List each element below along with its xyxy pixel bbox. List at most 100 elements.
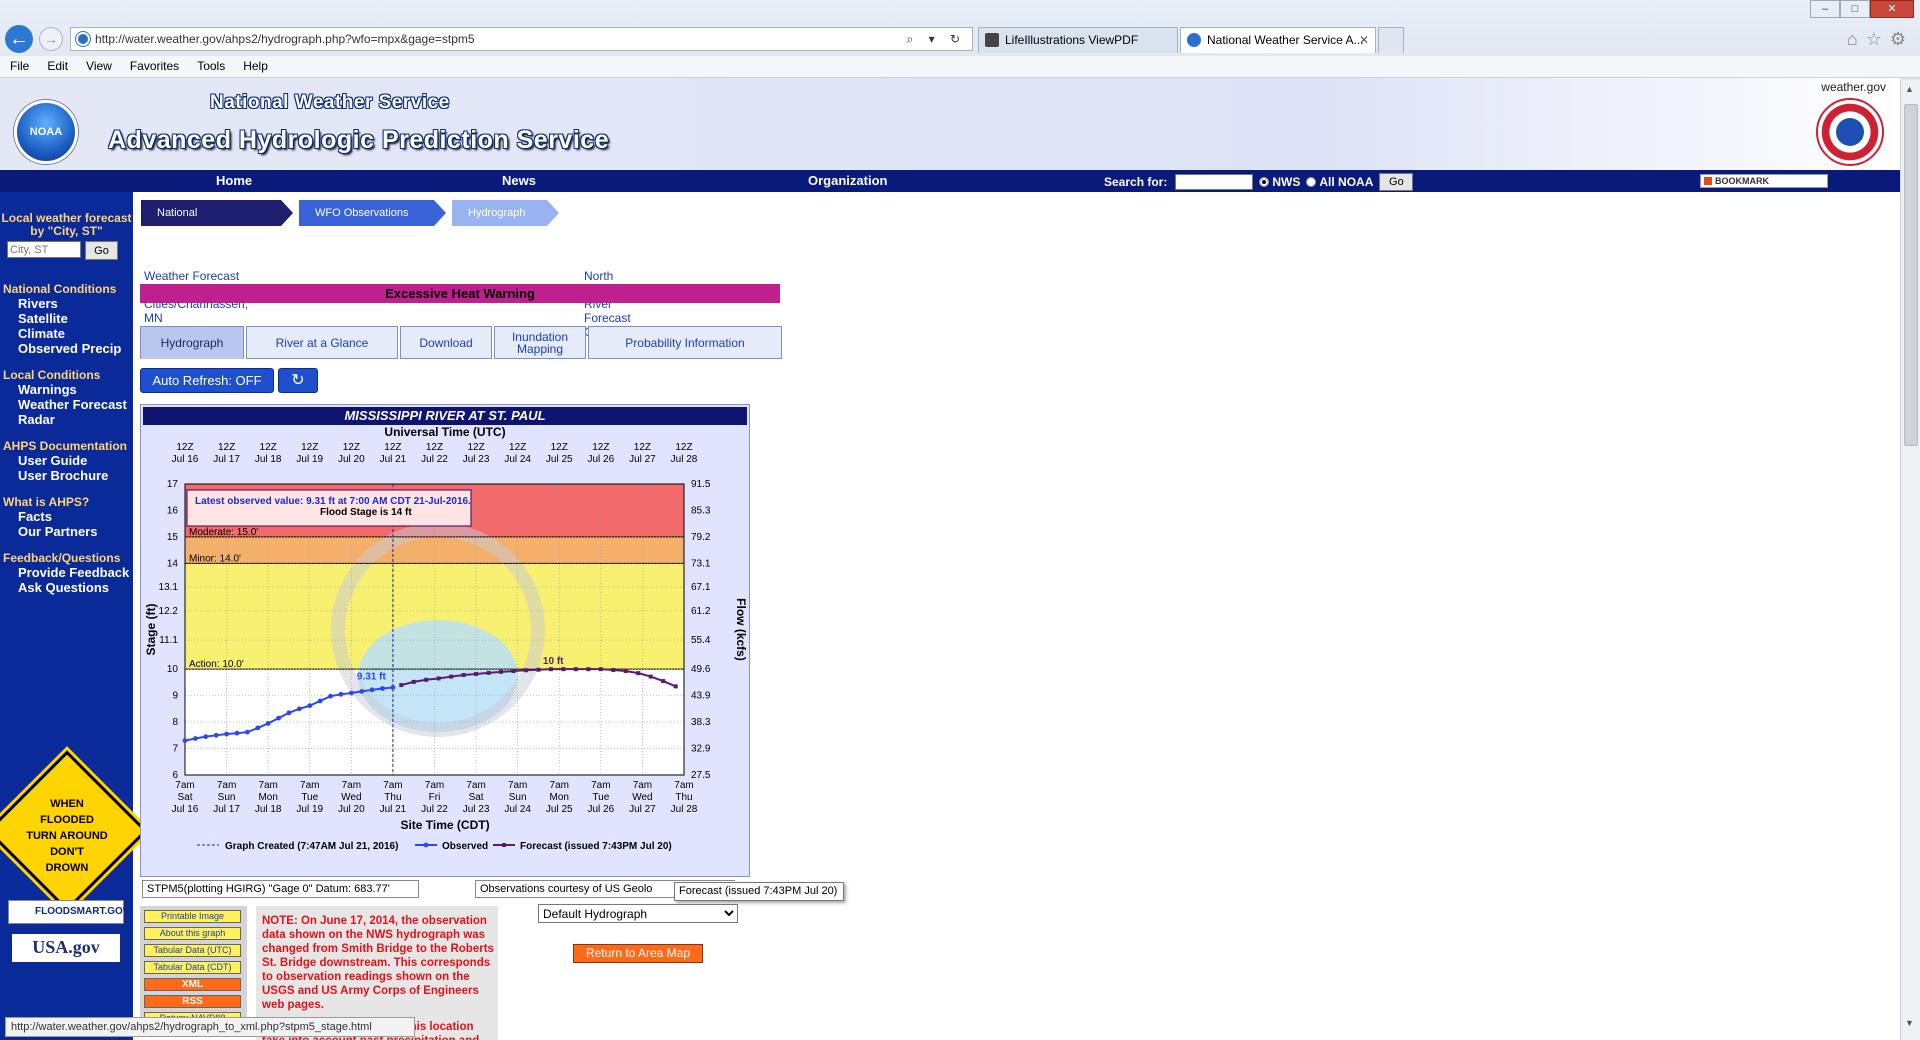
x-tick-time: 7am: [383, 780, 402, 791]
y2-axis-label: Flow (kcfs): [734, 598, 748, 661]
nav-home[interactable]: Home: [216, 173, 252, 188]
menu-edit[interactable]: Edit: [47, 56, 68, 77]
nav-news[interactable]: News: [502, 173, 536, 188]
link-button-xml[interactable]: XML: [144, 978, 241, 991]
auto-refresh-button[interactable]: Auto Refresh: OFF: [140, 368, 274, 393]
observed-value-label: 9.31 ft: [357, 671, 387, 682]
sidebar: Local weather forecast by "City, ST" Go …: [0, 192, 148, 1040]
search-go-button[interactable]: Go: [1379, 173, 1414, 191]
tab-probability-information[interactable]: Probability Information: [588, 326, 782, 359]
sidebar-item[interactable]: Satellite: [0, 311, 133, 326]
home-icon[interactable]: ⌂: [1847, 29, 1866, 49]
weather-gov-link[interactable]: weather.gov: [1821, 80, 1886, 94]
tab-hydrograph[interactable]: Hydrograph: [140, 326, 244, 359]
forecast-point: [648, 674, 653, 679]
breadcrumb-wfo[interactable]: WFO Observations: [299, 200, 446, 226]
bookmark-button[interactable]: BOOKMARK: [1700, 174, 1828, 188]
nav-organization[interactable]: Organization: [808, 173, 887, 188]
scroll-thumb[interactable]: [1904, 104, 1918, 446]
radio-all-noaa[interactable]: All NOAA: [1306, 175, 1373, 189]
link-button-tabular-data-utc-[interactable]: Tabular Data (UTC): [144, 944, 241, 957]
sidebar-section-title[interactable]: What is AHPS?: [0, 495, 133, 509]
menu-tools[interactable]: Tools: [197, 56, 225, 77]
vertical-scrollbar[interactable]: ▲ ▼: [1900, 80, 1920, 1040]
breadcrumb-national[interactable]: National Observations: [141, 200, 293, 245]
return-to-area-map-button[interactable]: Return to Area Map: [573, 944, 703, 963]
forecast-point: [586, 667, 591, 672]
nws-logo-core: [1836, 118, 1864, 146]
forecast-point: [673, 684, 678, 689]
x-tick-day: Jul 23: [463, 804, 490, 815]
tab-download[interactable]: Download: [400, 326, 492, 359]
back-button[interactable]: ←: [3, 23, 35, 55]
y2-tick-label: 43.9: [691, 691, 711, 702]
address-bar[interactable]: http://water.weather.gov/ahps2/hydrograp…: [70, 27, 973, 51]
city-go-button[interactable]: Go: [85, 241, 118, 260]
x-tick-weekday: Sat: [469, 792, 484, 803]
scroll-down-icon[interactable]: ▼: [1905, 1018, 1914, 1028]
forecast-point: [548, 667, 553, 672]
sidebar-item[interactable]: User Guide: [0, 453, 133, 468]
address-text: http://water.weather.gov/ahps2/hydrograp…: [95, 32, 475, 46]
refresh-icon[interactable]: ↻: [278, 368, 318, 393]
y-tick-label: 7: [172, 744, 178, 755]
scroll-up-icon[interactable]: ▲: [1905, 84, 1914, 94]
forecast-point: [436, 676, 441, 681]
breadcrumb-hydrograph[interactable]: Hydrograph: [452, 200, 559, 226]
star-icon[interactable]: ☆: [1866, 29, 1890, 49]
sidebar-section-title[interactable]: National Conditions: [0, 282, 133, 296]
sidebar-item[interactable]: Ask Questions: [0, 580, 133, 595]
maximize-icon[interactable]: □: [1840, 0, 1870, 18]
search-input[interactable]: [1175, 174, 1254, 190]
radio-nws[interactable]: NWS: [1259, 175, 1300, 189]
floodsmart-banner[interactable]: FLOODSMART.GOV: [8, 900, 129, 924]
sidebar-item[interactable]: User Brochure: [0, 468, 133, 483]
menu-view[interactable]: View: [86, 56, 112, 77]
sidebar-item[interactable]: Climate: [0, 326, 133, 341]
hydrograph-select[interactable]: Default Hydrograph: [538, 904, 738, 923]
x-tick-day: Jul 26: [587, 804, 614, 815]
browser-tab-viewpdf[interactable]: LifeIllustrations ViewPDF: [978, 27, 1178, 53]
link-button-rss[interactable]: RSS: [144, 995, 241, 1008]
sidebar-item[interactable]: Facts: [0, 509, 133, 524]
menu-favorites[interactable]: Favorites: [130, 56, 179, 77]
usagov-banner[interactable]: USA.gov: [12, 934, 120, 962]
city-input[interactable]: [7, 241, 81, 258]
sidebar-section-title[interactable]: AHPS Documentation: [0, 439, 133, 453]
sidebar-item[interactable]: Warnings: [0, 382, 133, 397]
tab-river-at-a-glance[interactable]: River at a Glance: [246, 326, 398, 359]
heat-warning-banner[interactable]: Excessive Heat Warning: [140, 284, 780, 303]
window-title-ghost: [20, 4, 260, 14]
sidebar-item[interactable]: Observed Precip: [0, 341, 133, 356]
sidebar-item[interactable]: Our Partners: [0, 524, 133, 539]
link-button-about-this-graph[interactable]: About this graph: [144, 927, 241, 940]
address-controls[interactable]: ⌕ ▾ ↻: [907, 28, 966, 50]
browser-tab-nws[interactable]: National Weather Service A... ✕: [1180, 27, 1376, 53]
nws-logo[interactable]: [1816, 98, 1884, 166]
menu-help[interactable]: Help: [243, 56, 268, 77]
new-tab-button[interactable]: [1378, 27, 1404, 53]
sidebar-section-title[interactable]: Local Conditions: [0, 368, 133, 382]
tab-inundation-mapping[interactable]: Inundation Mapping: [494, 326, 586, 359]
tab-close-icon[interactable]: ✕: [1359, 28, 1369, 52]
sidebar-item[interactable]: Provide Feedback: [0, 565, 133, 580]
sidebar-item[interactable]: Rivers: [0, 296, 133, 311]
utc-tick-day: Jul 19: [296, 454, 323, 465]
x-tick-time: 7am: [258, 780, 277, 791]
link-button-printable-image[interactable]: Printable Image: [144, 910, 241, 923]
menu-file[interactable]: File: [10, 56, 29, 77]
y-tick-label: 16: [167, 505, 179, 516]
sidebar-item[interactable]: Weather Forecast: [0, 397, 133, 412]
forward-button[interactable]: →: [39, 27, 63, 51]
x-tick-day: Jul 27: [629, 804, 656, 815]
sidebar-item[interactable]: Radar: [0, 412, 133, 427]
gear-icon[interactable]: ⚙: [1890, 29, 1914, 49]
noaa-logo[interactable]: NOAA: [14, 100, 78, 164]
minimize-icon[interactable]: –: [1810, 0, 1840, 18]
close-icon[interactable]: ✕: [1870, 0, 1914, 18]
observed-point: [192, 736, 198, 741]
y-tick-label: 12.2: [159, 606, 179, 617]
sidebar-section-title[interactable]: Feedback/Questions: [0, 551, 133, 565]
link-button-tabular-data-cdt-[interactable]: Tabular Data (CDT): [144, 961, 241, 974]
forecast-point: [536, 667, 541, 672]
